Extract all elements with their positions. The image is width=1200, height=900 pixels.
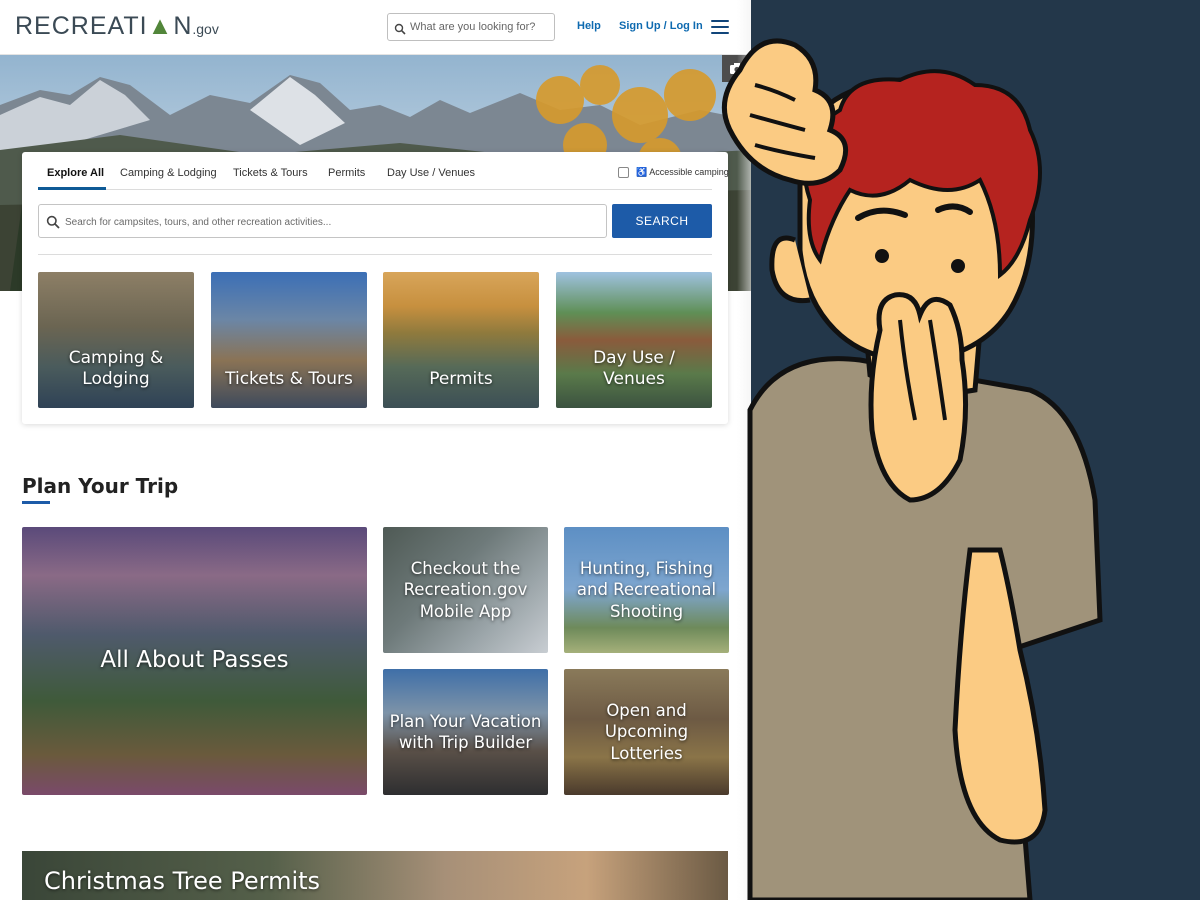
trip-tile-trip-builder[interactable]: Plan Your Vacation with Trip Builder [383,669,548,795]
main-search-input[interactable] [65,213,595,231]
search-button[interactable]: SEARCH [612,204,712,238]
search-card: Explore All Camping & Lodging Tickets & … [22,152,729,424]
category-tile-label: Day Use / Venues [593,348,675,389]
tab-tickets-tours[interactable]: Tickets & Tours [233,167,308,179]
logo-tree-icon: ▲ [147,12,174,40]
christmas-tree-permits-banner[interactable]: Christmas Tree Permits [22,851,728,900]
category-tile-tickets-tours[interactable]: Tickets & Tours [211,272,367,408]
recreation-gov-page: RECREATI▲N.gov Help Sign Up / Log In [0,0,751,900]
category-tile-label: Permits [429,369,493,389]
accessible-camping-checkbox[interactable] [618,167,629,178]
tab-camping-lodging[interactable]: Camping & Lodging [120,167,217,179]
heading-underline [22,501,50,504]
header-search-box[interactable] [387,13,555,41]
main-search-box[interactable] [38,204,607,238]
trip-tile-mobile-app[interactable]: Checkout the Recreation.gov Mobile App [383,527,548,653]
category-tile-camping-lodging[interactable]: Camping & Lodging [38,272,194,408]
tab-explore-all[interactable]: Explore All [47,167,104,179]
logo-suffix: .gov [192,21,219,37]
help-link[interactable]: Help [577,20,601,32]
logo-text-main: RECREATI [15,12,148,40]
trip-tile-label: All About Passes [100,647,289,674]
trip-tile-label: Plan Your Vacation with Trip Builder [389,711,542,753]
top-nav-bar: RECREATI▲N.gov Help Sign Up / Log In [0,0,751,55]
banner-label: Christmas Tree Permits [44,867,321,895]
trip-tile-all-about-passes[interactable]: All About Passes [22,527,367,795]
tab-permits[interactable]: Permits [328,167,365,179]
category-tile-permits[interactable]: Permits [383,272,539,408]
cartoon-person-illustration [700,30,1200,900]
category-tile-label: Tickets & Tours [225,369,353,389]
search-tabs: Explore All Camping & Lodging Tickets & … [38,152,729,190]
search-icon [394,20,406,39]
plan-your-trip-heading: Plan Your Trip [22,474,179,498]
signup-login-link[interactable]: Sign Up / Log In [619,20,703,32]
header-search-input[interactable] [410,18,550,36]
search-icon [46,214,60,233]
category-tile-day-use-venues[interactable]: Day Use / Venues [556,272,712,408]
divider [38,254,712,255]
tab-day-use-venues[interactable]: Day Use / Venues [387,167,475,179]
wheelchair-icon: ♿ [636,167,648,177]
trip-tile-label: Checkout the Recreation.gov Mobile App [403,558,528,621]
logo-text-rest: N [173,12,193,40]
recreation-gov-logo[interactable]: RECREATI▲N.gov [15,12,219,41]
category-tile-label: Camping & Lodging [68,348,164,389]
active-tab-indicator [38,187,106,190]
